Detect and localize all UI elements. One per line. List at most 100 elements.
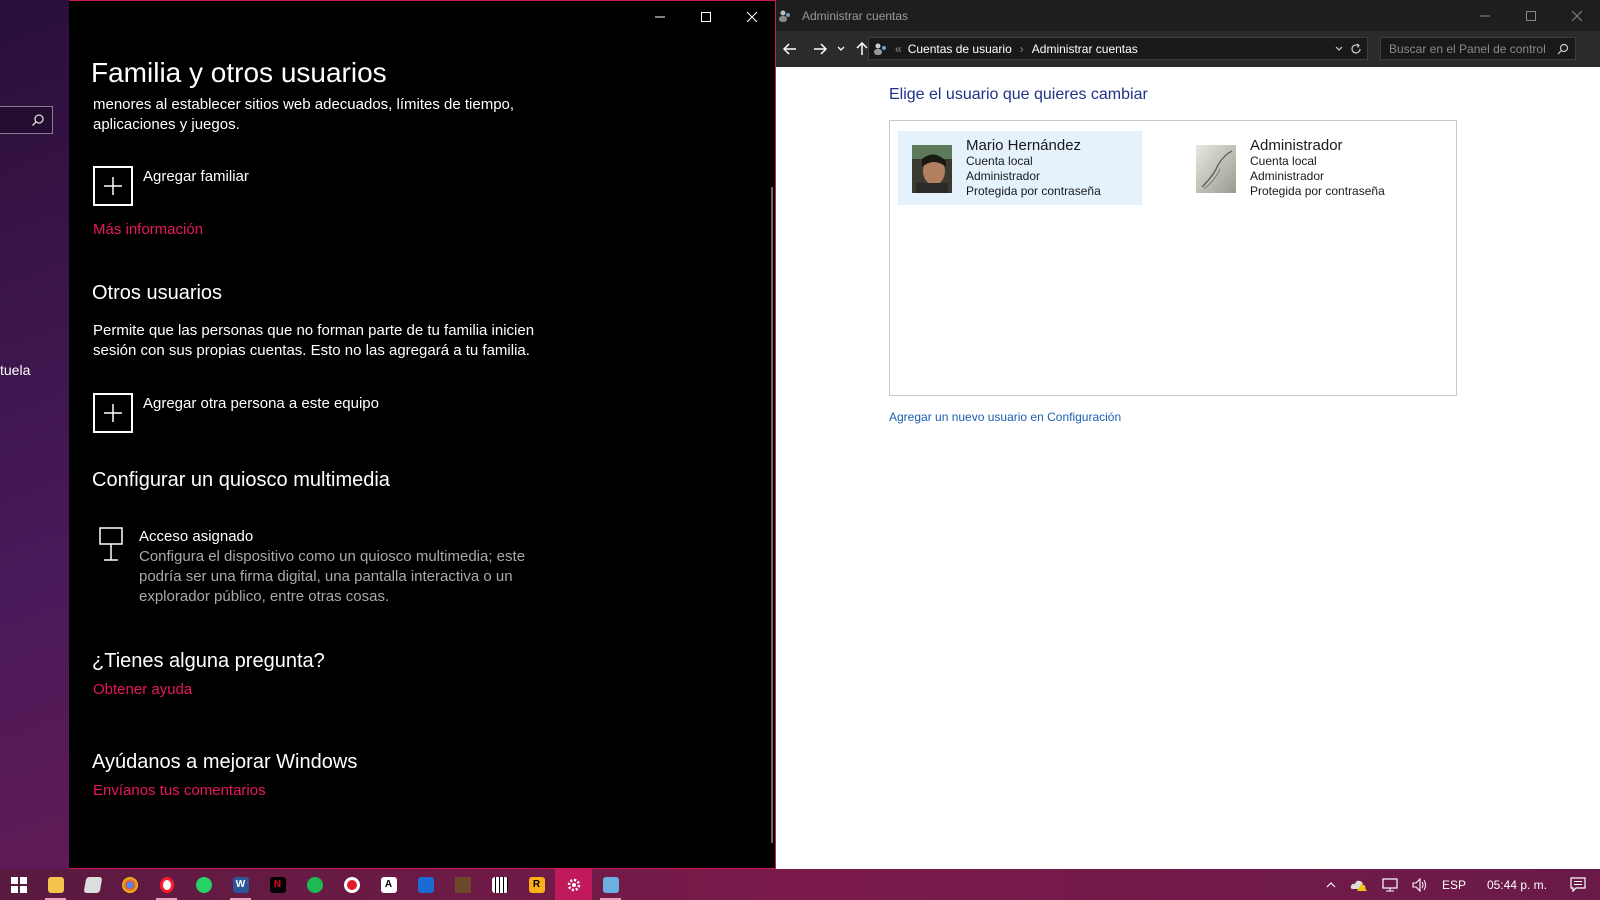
clock[interactable]: 05:44 p. m. [1487, 878, 1547, 892]
minimize-icon [1480, 15, 1490, 16]
taskbar-ai[interactable]: A [370, 869, 407, 900]
assigned-access-title: Acceso asignado [139, 528, 254, 545]
start-button[interactable] [0, 869, 37, 900]
choose-user-heading: Elige el usuario que quieres cambiar [889, 86, 1148, 103]
taskbar-chrome[interactable] [111, 869, 148, 900]
taskbar-control-panel[interactable] [592, 869, 629, 900]
onedrive-warning-button[interactable] [1350, 879, 1368, 891]
windows-logo-icon [10, 876, 27, 893]
improve-heading: Ayúdanos a mejorar Windows [92, 751, 358, 773]
add-other-person-label: Agregar otra persona a este equipo [143, 395, 379, 412]
chevron-down-icon [837, 46, 845, 51]
system-tray: ESP 05:44 p. m. [1319, 869, 1600, 900]
users-icon [874, 43, 886, 55]
user-card-administrator[interactable]: Administrador Cuenta local Administrador… [1182, 131, 1426, 205]
recent-pages-button[interactable] [834, 37, 848, 61]
piano-icon [491, 876, 508, 893]
close-button[interactable] [729, 1, 775, 33]
breadcrumb-manage-accounts[interactable]: Administrar cuentas [1032, 42, 1138, 56]
action-center-button[interactable] [1570, 877, 1586, 892]
breadcrumb-overflow[interactable]: « [895, 42, 902, 56]
user-name: Mario Hernández [966, 137, 1082, 154]
add-new-user-link[interactable]: Agregar un nuevo usuario en Configuració… [889, 410, 1121, 424]
maximize-button[interactable] [1508, 0, 1554, 31]
network-button[interactable] [1382, 877, 1398, 892]
taskbar: W N A R ESP 05:44 p. m. [0, 869, 1600, 900]
help-link[interactable]: Obtener ayuda [93, 681, 192, 698]
taskbar-whatsapp[interactable] [185, 869, 222, 900]
minimize-button[interactable] [1462, 0, 1508, 31]
network-icon [1382, 877, 1398, 891]
user-name: Administrador [1250, 137, 1343, 154]
back-button[interactable] [778, 37, 802, 61]
control-panel-window: Administrar cuentas « Cuentas de usuario… [776, 0, 1600, 869]
folder-icon [47, 876, 64, 893]
user-list: Mario Hernández Cuenta local Administrad… [889, 120, 1457, 396]
language-indicator[interactable]: ESP [1442, 878, 1466, 892]
taskbar-blue-app[interactable] [407, 869, 444, 900]
taskbar-recorder[interactable] [333, 869, 370, 900]
assigned-access-item[interactable]: Acceso asignado Configura el dispositivo… [99, 527, 539, 607]
settings-window: Familia y otros usuarios menores al esta… [69, 0, 776, 869]
taskbar-netflix[interactable]: N [259, 869, 296, 900]
taskbar-settings[interactable] [555, 869, 592, 900]
taskbar-notes[interactable] [74, 869, 111, 900]
taskbar-minecraft[interactable] [444, 869, 481, 900]
user-role: Administrador [966, 169, 1041, 183]
feedback-link[interactable]: Envíanos tus comentarios [93, 782, 266, 799]
minimize-icon [655, 16, 665, 18]
show-hidden-icons-button[interactable] [1326, 881, 1336, 888]
search-input[interactable]: Buscar en el Panel de control [1380, 37, 1576, 60]
breadcrumb-user-accounts[interactable]: Cuentas de usuario [908, 42, 1012, 56]
other-users-text: Permite que las personas que no forman p… [93, 322, 535, 359]
window-title: Administrar cuentas [802, 8, 909, 23]
more-info-link[interactable]: Más información [93, 221, 203, 238]
add-family-label: Agregar familiar [143, 168, 249, 185]
search-icon [32, 114, 44, 126]
taskbar-piano[interactable] [481, 869, 518, 900]
opera-icon [159, 876, 174, 893]
taskbar-spotify[interactable] [296, 869, 333, 900]
volume-button[interactable] [1412, 877, 1428, 892]
plus-icon [93, 166, 133, 206]
chevron-up-icon [1326, 881, 1336, 887]
taskbar-rockstar[interactable]: R [518, 869, 555, 900]
window-controls [1462, 0, 1600, 31]
users-icon [779, 10, 790, 22]
avatar [912, 145, 952, 193]
add-family-button[interactable]: Agregar familiar [93, 166, 249, 206]
breadcrumb[interactable]: « Cuentas de usuario › Administrar cuent… [868, 37, 1368, 60]
close-button[interactable] [1554, 0, 1600, 31]
maximize-icon [1526, 10, 1536, 21]
taskbar-file-explorer[interactable] [37, 869, 74, 900]
search-placeholder: Buscar en el Panel de control [1389, 41, 1546, 56]
close-icon [1572, 10, 1582, 21]
user-card-mario[interactable]: Mario Hernández Cuenta local Administrad… [898, 131, 1142, 205]
chevron-down-icon[interactable] [1335, 46, 1343, 52]
maximize-icon [701, 12, 711, 22]
avatar [1196, 145, 1236, 193]
maximize-button[interactable] [683, 1, 729, 33]
refresh-icon[interactable] [1350, 43, 1362, 55]
question-heading: ¿Tienes alguna pregunta? [92, 650, 325, 672]
window-controls [637, 1, 775, 33]
taskbar-word[interactable]: W [222, 869, 259, 900]
minimize-button[interactable] [637, 1, 683, 33]
netflix-icon: N [269, 876, 286, 893]
spotify-icon [306, 876, 323, 893]
chrome-icon [121, 876, 138, 893]
rockstar-icon: R [528, 876, 545, 893]
title-bar: Administrar cuentas [776, 0, 1600, 31]
taskbar-opera[interactable] [148, 869, 185, 900]
kiosk-icon [99, 527, 123, 561]
scrollbar[interactable] [771, 187, 773, 843]
assigned-access-description: Configura el dispositivo como un quiosco… [139, 548, 526, 605]
page-title: Familia y otros usuarios [91, 57, 387, 88]
arrow-up-icon [856, 42, 868, 55]
address-bar: « Cuentas de usuario › Administrar cuent… [776, 31, 1600, 67]
forward-button[interactable] [808, 37, 832, 61]
desktop-background: tuela [0, 0, 69, 868]
background-search-box[interactable] [0, 106, 53, 134]
add-other-person-button[interactable]: Agregar otra persona a este equipo [93, 393, 379, 433]
word-icon: W [232, 876, 249, 893]
